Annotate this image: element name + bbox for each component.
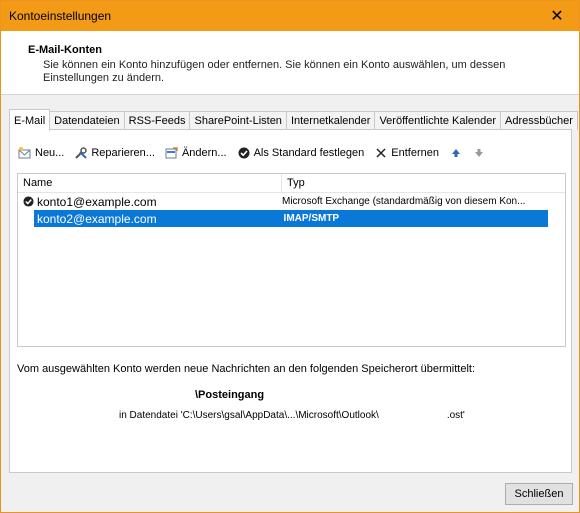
account-name: konto1@example.com xyxy=(37,194,157,209)
tools-icon xyxy=(74,146,88,160)
window-title: Kontoeinstellungen xyxy=(9,9,112,23)
delivery-path-ext: .ost' xyxy=(446,410,465,421)
account-name: konto2@example.com xyxy=(37,211,157,226)
account-name-cell: konto1@example.com xyxy=(18,195,282,209)
account-name-cell: konto2@example.com xyxy=(34,212,284,226)
arrow-up-icon xyxy=(449,146,463,160)
change-button[interactable]: Ändern... xyxy=(165,146,227,160)
tab-internet-calendars[interactable]: Internetkalender xyxy=(285,111,376,130)
change-label: Ändern... xyxy=(181,147,227,159)
account-type: Microsoft Exchange (standardmäßig von di… xyxy=(282,196,526,207)
list-item-selected[interactable]: konto2@example.com IMAP/SMTP xyxy=(34,210,548,227)
remove-button[interactable]: Entfernen xyxy=(374,146,439,160)
tab-rss-feeds[interactable]: RSS-Feeds xyxy=(123,111,191,130)
close-icon[interactable]: ✕ xyxy=(535,1,579,31)
account-type: IMAP/SMTP xyxy=(283,213,340,224)
toolbar: Neu... Reparieren... Ändern... Als Stand… xyxy=(18,144,499,162)
arrow-down-icon xyxy=(472,146,486,160)
tab-data-files[interactable]: Datendateien xyxy=(49,111,125,130)
repair-label: Reparieren... xyxy=(91,147,155,159)
default-check-icon xyxy=(21,196,35,207)
tab-email[interactable]: E-Mail xyxy=(9,109,51,131)
remove-label: Entfernen xyxy=(391,147,439,159)
edit-card-icon xyxy=(165,146,179,160)
header-title: E-Mail-Konten xyxy=(28,44,102,56)
list-header: Name Typ xyxy=(18,174,565,193)
delivery-folder: \Posteingang xyxy=(195,389,265,401)
header-area: E-Mail-Konten Sie können ein Konto hinzu… xyxy=(1,31,579,95)
set-default-label: Als Standard festlegen xyxy=(253,147,365,159)
repair-button[interactable]: Reparieren... xyxy=(74,146,155,160)
move-down-button[interactable] xyxy=(472,146,489,160)
column-header-type[interactable]: Typ xyxy=(282,174,549,192)
header-description: Sie können ein Konto hinzufügen oder ent… xyxy=(43,59,506,84)
tab-address-books[interactable]: Adressbücher xyxy=(500,111,578,130)
email-panel: Neu... Reparieren... Ändern... Als Stand… xyxy=(9,129,572,473)
column-header-name[interactable]: Name xyxy=(18,174,282,192)
check-circle-icon xyxy=(237,146,251,160)
account-list[interactable]: Name Typ konto1@example.com Microsoft Ex… xyxy=(17,173,566,347)
tab-published-calendars[interactable]: Veröffentlichte Kalender xyxy=(374,111,502,130)
remove-x-icon xyxy=(374,146,388,160)
tab-sharepoint-lists[interactable]: SharePoint-Listen xyxy=(189,111,287,130)
delivery-info: Vom ausgewählten Konto werden neue Nachr… xyxy=(17,363,476,375)
delivery-path: in Datendatei 'C:\Users\gsal\AppData\...… xyxy=(119,410,465,421)
new-label: Neu... xyxy=(35,147,65,159)
close-button[interactable]: Schließen xyxy=(505,483,573,505)
new-mail-icon xyxy=(18,146,32,160)
account-settings-window: Kontoeinstellungen ✕ E-Mail-Konten Sie k… xyxy=(0,0,580,513)
list-item[interactable]: konto1@example.com Microsoft Exchange (s… xyxy=(18,193,548,210)
tab-strip: E-Mail Datendateien RSS-Feeds SharePoint… xyxy=(9,109,578,131)
delivery-path-text: in Datendatei 'C:\Users\gsal\AppData\...… xyxy=(119,410,379,421)
new-button[interactable]: Neu... xyxy=(18,146,64,160)
title-bar: Kontoeinstellungen ✕ xyxy=(1,1,579,31)
set-default-button[interactable]: Als Standard festlegen xyxy=(237,146,365,160)
move-up-button[interactable] xyxy=(449,146,466,160)
